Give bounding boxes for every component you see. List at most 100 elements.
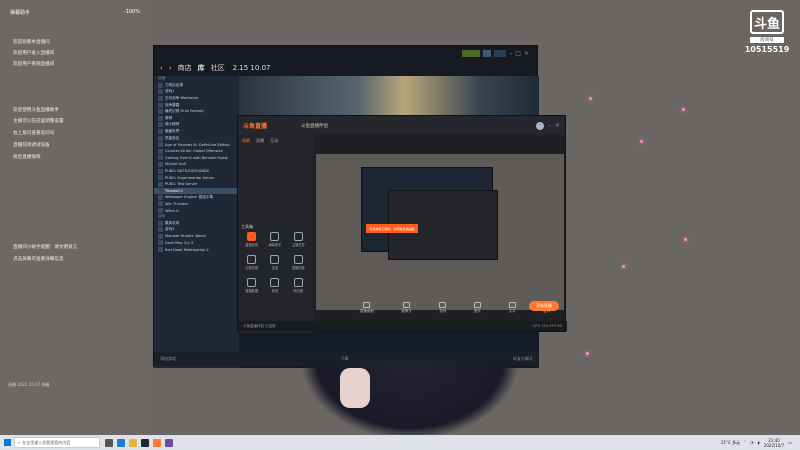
chat-line: 主播可以在这里调整设置 [13,119,64,124]
edge-icon[interactable] [117,438,125,447]
status-left: 斗鱼直播伴侣 已连接 [243,323,276,328]
game-item[interactable]: Getting Over It with Bennett Foddy [154,155,239,162]
sparkle [586,352,589,355]
game-item[interactable]: MyGolf Golf [154,161,239,168]
source-button[interactable]: 直播画面 [360,302,374,314]
douyu-companion-window[interactable]: 斗鱼直播 斗鱼直播伴侣 – × 场景 直播 互动 工具箱 直播设置 弹幕助手 主… [237,115,567,333]
douyu-logo: 斗鱼 房间号 10515519 [744,10,790,54]
tab-interact[interactable]: 互动 [270,138,278,144]
game-item[interactable]: 原神 [154,115,239,122]
tool-button[interactable]: 连麦 [263,255,286,270]
tool-button[interactable]: 直播数据 [240,278,263,293]
game-item[interactable]: PUBG: Test Server [154,181,239,188]
notification-icon[interactable] [462,49,481,57]
chat-line: 右上角可查看房间号 [13,131,55,136]
minimize-icon[interactable]: – [509,50,512,57]
add-game-button[interactable]: 添加游戏 [160,356,176,362]
game-item[interactable]: Counter-Strike: Global Offensive [154,148,239,155]
game-item[interactable]: Devil May Cry 5 [154,240,239,247]
close-icon[interactable]: × [524,50,529,57]
steam-icon[interactable] [141,438,149,447]
minimize-icon[interactable]: – [548,122,551,129]
notification-icon[interactable]: ▭ [788,440,792,445]
tool-button[interactable]: 主播任务 [287,232,310,247]
game-item[interactable]: Age of Empires III: Definitive Edition [154,141,239,148]
toolbox-label: 工具箱 [241,224,253,229]
weather-label[interactable]: 21°C 多云 [721,440,740,446]
douyu-icon[interactable] [153,438,161,447]
game-item[interactable]: Monster Hunter: World [154,233,239,240]
tool-button[interactable]: 音效 [263,278,286,293]
nav-store[interactable]: 商店 [178,63,192,73]
volume-icon[interactable]: ◖ [758,440,760,445]
game-item-selected[interactable]: Titanfall 2 [154,187,239,195]
network-icon[interactable]: ◔ [750,440,754,445]
game-item[interactable]: 最终幻想 Final Fantasy [154,108,239,115]
game-item[interactable]: 骑士精神 [154,122,239,129]
tool-button[interactable]: 直播设置 [240,232,263,247]
start-button[interactable] [0,435,14,450]
folder-icon[interactable] [129,438,137,447]
character-skin [340,368,370,408]
chat-line: 直播间小助手提醒：请文明发言 [13,245,78,250]
source-button[interactable]: 游戏 [439,302,447,314]
avatar[interactable] [535,121,544,130]
chevron-up-icon[interactable]: ˄ [744,440,746,445]
tab-live[interactable]: 直播 [256,138,264,144]
nav-library[interactable]: 库 [198,63,205,73]
chat-line: 祝您直播愉快 [13,155,41,160]
game-item[interactable]: 游戏1 [154,89,239,96]
chat-line: 欢迎使用斗鱼直播助手 [13,108,59,113]
tool-button[interactable]: 直播回放 [287,255,310,270]
tool-button[interactable]: 粉丝团 [287,278,310,293]
chat-header: 弹幕助手 -100% [0,0,150,24]
game-item[interactable]: Wallpaper Engine: 壁纸引擎 [154,194,239,201]
clock[interactable]: 21:40 2022/10/7 [764,438,785,448]
game-item[interactable]: Witch It [154,207,239,214]
forward-icon[interactable]: › [169,64,172,72]
game-item[interactable]: 质量效应 [154,135,239,142]
tool-button[interactable]: 礼物设置 [240,255,263,270]
tab-scene[interactable]: 场景 [242,138,250,144]
search-placeholder: 在这里输入你要搜索的内容 [22,439,71,445]
game-item[interactable]: PUBG: BATTLEGROUNDS [154,168,239,175]
capture-toast: 已选择窗口捕获，请调整直播画面 [366,224,418,233]
nav-community[interactable]: 社区 [211,63,225,73]
douyu-left-panel: 场景 直播 互动 工具箱 直播设置 弹幕助手 主播任务 礼物设置 连麦 直播回放… [238,135,313,333]
source-button[interactable]: 摄像头 [401,302,412,314]
douyu-titlebar[interactable]: 斗鱼直播 斗鱼直播伴侣 – × [238,116,565,135]
douyu-statusbar: 斗鱼直播伴侣 已连接 CPU 12% FPS 60 [238,321,567,331]
game-item[interactable]: War Thunder [154,201,239,208]
source-button[interactable]: 文字 [508,302,516,314]
game-item[interactable]: 游戏2 [154,226,239,233]
maximize-icon[interactable]: □ [515,50,521,57]
app-icon[interactable] [165,438,173,447]
game-item[interactable]: 无尽战争 Warframe [154,95,239,102]
chat-line: 直播前请调试设备 [13,143,50,148]
chat-line: 欢迎观看本直播间 [13,40,50,45]
friends-icon[interactable] [483,49,492,57]
game-item[interactable]: 战争雷霆 [154,102,239,109]
game-item[interactable]: 模拟农场 [154,220,239,227]
tool-button[interactable]: 弹幕助手 [263,232,286,247]
game-item[interactable]: Red Dead Redemption 2 [154,246,239,253]
chat-line: 欢迎用户进入直播间 [13,51,55,56]
game-item[interactable]: PUBG: Experimental Server [154,174,239,181]
game-item[interactable]: 魔兽世界 [154,128,239,135]
toolbox-grid: 直播设置 弹幕助手 主播任务 礼物设置 连麦 直播回放 直播数据 音效 粉丝团 [240,232,310,293]
search-box[interactable]: ⌕ 在这里输入你要搜索的内容 [14,437,100,448]
stream-preview[interactable]: 已选择窗口捕获，请调整直播画面 [316,154,564,310]
task-view-icon[interactable] [105,438,113,447]
game-item[interactable]: 刀塔自走棋 [154,82,239,89]
source-button[interactable]: 图片 [474,302,482,314]
chat-footer: 直播 2022.10.07 弹幕 [8,382,50,387]
scene-tabs: 场景 直播 互动 [238,135,313,147]
chat-line: 欢迎用户来到直播间 [13,62,55,67]
avatar[interactable] [494,49,507,57]
back-icon[interactable]: ‹ [160,64,163,72]
start-live-button[interactable]: 开始直播 [529,301,559,311]
close-icon[interactable]: × [555,122,560,129]
chat-title: 弹幕助手 [10,9,31,16]
steam-titlebar[interactable]: – □ × [154,46,537,60]
chat-panel: 弹幕助手 -100% 欢迎观看本直播间 欢迎用户进入直播间 欢迎用户来到直播间 … [0,0,150,435]
